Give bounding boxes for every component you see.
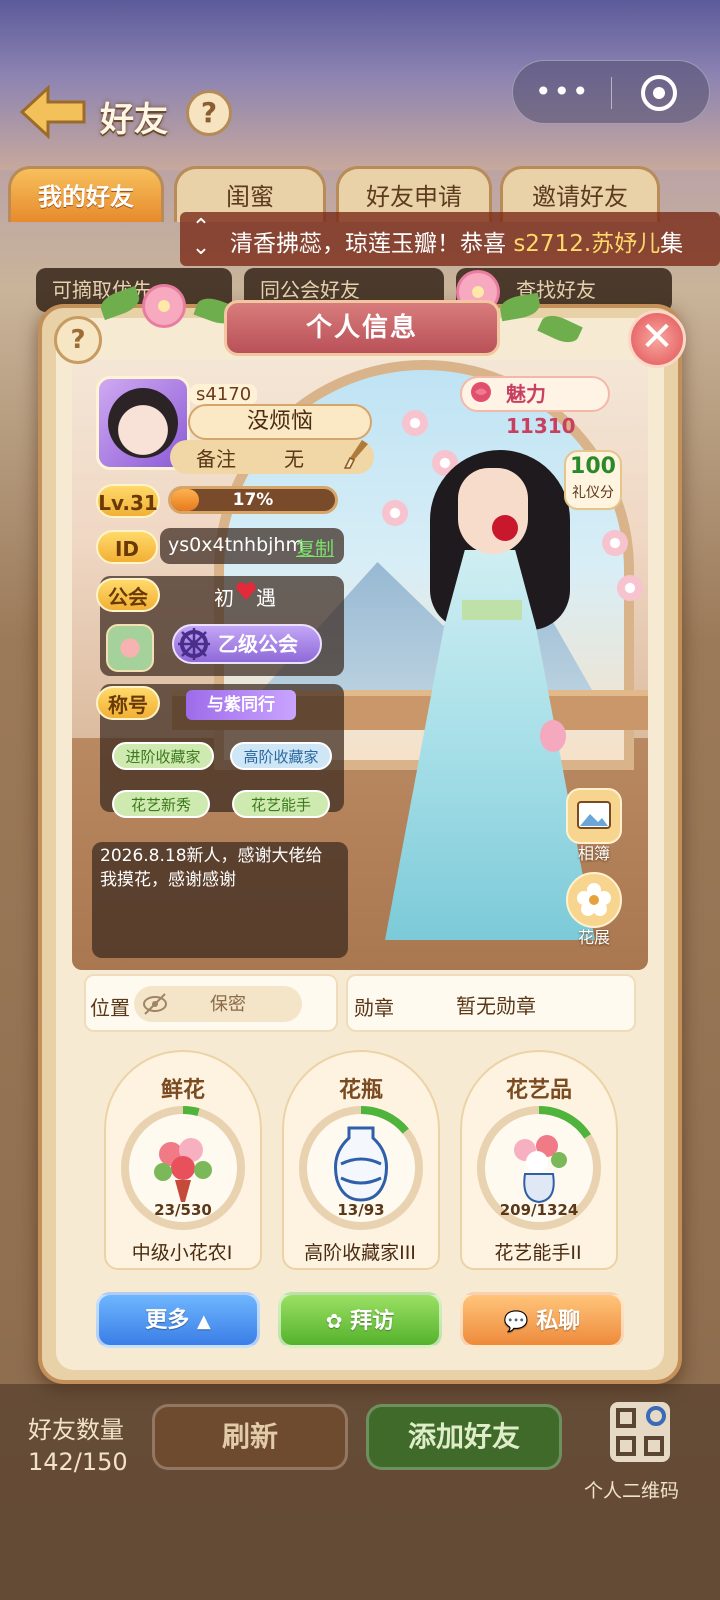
collection-rank: 中级小花农I	[131, 1242, 233, 1264]
qr-code-label: 个人二维码	[584, 1480, 680, 1502]
flower-arrangement-icon	[514, 1135, 567, 1204]
guild-emblem	[106, 624, 154, 672]
copy-id-button[interactable]: 复制	[296, 534, 334, 561]
tag-advanced-collector: 进阶收藏家	[112, 742, 214, 770]
collection-rank: 花艺能手II	[494, 1242, 582, 1264]
help-icon[interactable]: ?	[186, 90, 232, 136]
capsule-divider	[611, 77, 612, 109]
character-pouch	[540, 720, 566, 752]
exhibition-label: 花展	[577, 928, 610, 947]
chat-label: 私聊	[536, 1309, 581, 1334]
friend-count-value: 142/150	[28, 1448, 128, 1476]
title-label: 称号	[96, 686, 160, 720]
collection-title: 花艺品	[505, 1078, 572, 1103]
collection-title: 鲜花	[160, 1078, 205, 1103]
announcement-player: s2712.苏妤儿	[513, 231, 661, 257]
tab-my-friends[interactable]: 我的好友	[8, 166, 164, 222]
blossom-decoration	[602, 530, 628, 556]
title-badge: 与紫同行	[186, 690, 296, 720]
level-progress-text: 17%	[232, 490, 274, 510]
announcement-text: 清香拂蕊，琼莲玉瓣！恭喜 s2712.苏妤儿集	[230, 224, 683, 258]
page-title: 好友	[100, 100, 168, 140]
photo-icon	[577, 801, 611, 829]
miniapp-capsule: •••	[512, 60, 710, 124]
collection-count: 23/530	[154, 1201, 212, 1219]
edit-brush-icon[interactable]	[342, 438, 370, 472]
more-dots-icon[interactable]: •••	[535, 75, 591, 108]
album-label: 相簿	[577, 844, 610, 863]
visit-label: 拜访	[350, 1309, 395, 1334]
qr-pattern	[616, 1406, 666, 1456]
more-button[interactable]: 更多 ▲	[96, 1292, 260, 1348]
friend-count-label: 好友数量	[28, 1416, 124, 1444]
more-label: 更多	[145, 1308, 190, 1333]
heart-icon	[236, 582, 256, 600]
player-id: ys0x4tnhbjhm	[168, 534, 304, 556]
flower-decoration	[142, 284, 186, 328]
private-chat-button[interactable]: 💬 私聊	[460, 1292, 624, 1348]
collection-rank: 高阶收藏家III	[304, 1242, 416, 1264]
bouquet-icon	[154, 1138, 212, 1202]
album-button[interactable]	[566, 788, 622, 844]
avatar	[108, 388, 178, 458]
refresh-button[interactable]: 刷新	[152, 1404, 348, 1470]
triangle-up-icon: ▲	[196, 1311, 211, 1332]
remark-value: 无	[284, 447, 304, 471]
character-face	[458, 468, 528, 554]
id-label: ID	[96, 530, 158, 564]
guild-name-right: 遇	[256, 586, 276, 610]
medal-value: 暂无勋章	[456, 994, 536, 1018]
player-name: 没烦恼	[188, 404, 372, 440]
server-tag: s4170	[190, 384, 258, 405]
collection-count: 209/1324	[499, 1201, 579, 1219]
add-friend-button[interactable]: 添加好友	[366, 1404, 562, 1470]
etiquette-score[interactable]: 100 礼仪分	[564, 450, 622, 510]
location-label: 位置	[90, 996, 130, 1020]
scroll-arrows-icon: ⌃ ⌄	[191, 215, 211, 260]
visit-icon: ✿	[325, 1309, 343, 1333]
tag-floral-newcomer: 花艺新秀	[112, 790, 210, 818]
chat-bubble-icon: 💬	[503, 1309, 529, 1333]
location-value: 保密	[210, 994, 246, 1015]
ship-wheel-icon	[178, 628, 210, 660]
blossom-decoration	[402, 410, 428, 436]
remark-label: 备注	[196, 447, 236, 471]
collection-title: 花瓶	[338, 1078, 383, 1103]
vase-icon	[334, 1126, 388, 1202]
close-miniapp-icon[interactable]	[641, 75, 677, 111]
character-sash	[462, 600, 522, 620]
medal-label: 勋章	[354, 996, 394, 1020]
flower-icon	[577, 883, 611, 916]
visit-button[interactable]: ✿ 拜访	[278, 1292, 442, 1348]
etiquette-label: 礼仪分	[572, 485, 614, 501]
tag-senior-collector: 高阶收藏家	[230, 742, 332, 770]
etiquette-value: 100	[570, 454, 616, 479]
rose-decoration	[492, 515, 518, 541]
blossom-decoration	[382, 500, 408, 526]
announcement-prefix: 清香拂蕊，琼莲玉瓣！恭喜	[230, 231, 514, 257]
friend-count: 好友数量 142/150	[28, 1414, 128, 1478]
blossom-decoration	[617, 575, 643, 601]
exhibition-button[interactable]	[566, 872, 622, 928]
eye-hidden-icon	[143, 993, 167, 1015]
close-icon[interactable]: ✕	[628, 310, 686, 368]
announcement-suffix: 集	[660, 231, 684, 257]
rose-icon	[471, 382, 491, 402]
guild-name-left: 初	[214, 586, 234, 610]
bio-text: 2026.8.18新人，感谢大佬给我摸花，感谢感谢	[100, 846, 323, 890]
level-label: Lv.31	[96, 484, 160, 518]
back-arrow-icon[interactable]	[18, 84, 88, 140]
guild-label: 公会	[96, 578, 160, 612]
collection-count: 13/93	[337, 1201, 385, 1219]
modal-title: 个人信息	[224, 300, 500, 356]
help-icon[interactable]: ?	[54, 316, 102, 364]
tag-floral-expert: 花艺能手	[232, 790, 330, 818]
qr-code-icon[interactable]	[610, 1402, 670, 1462]
